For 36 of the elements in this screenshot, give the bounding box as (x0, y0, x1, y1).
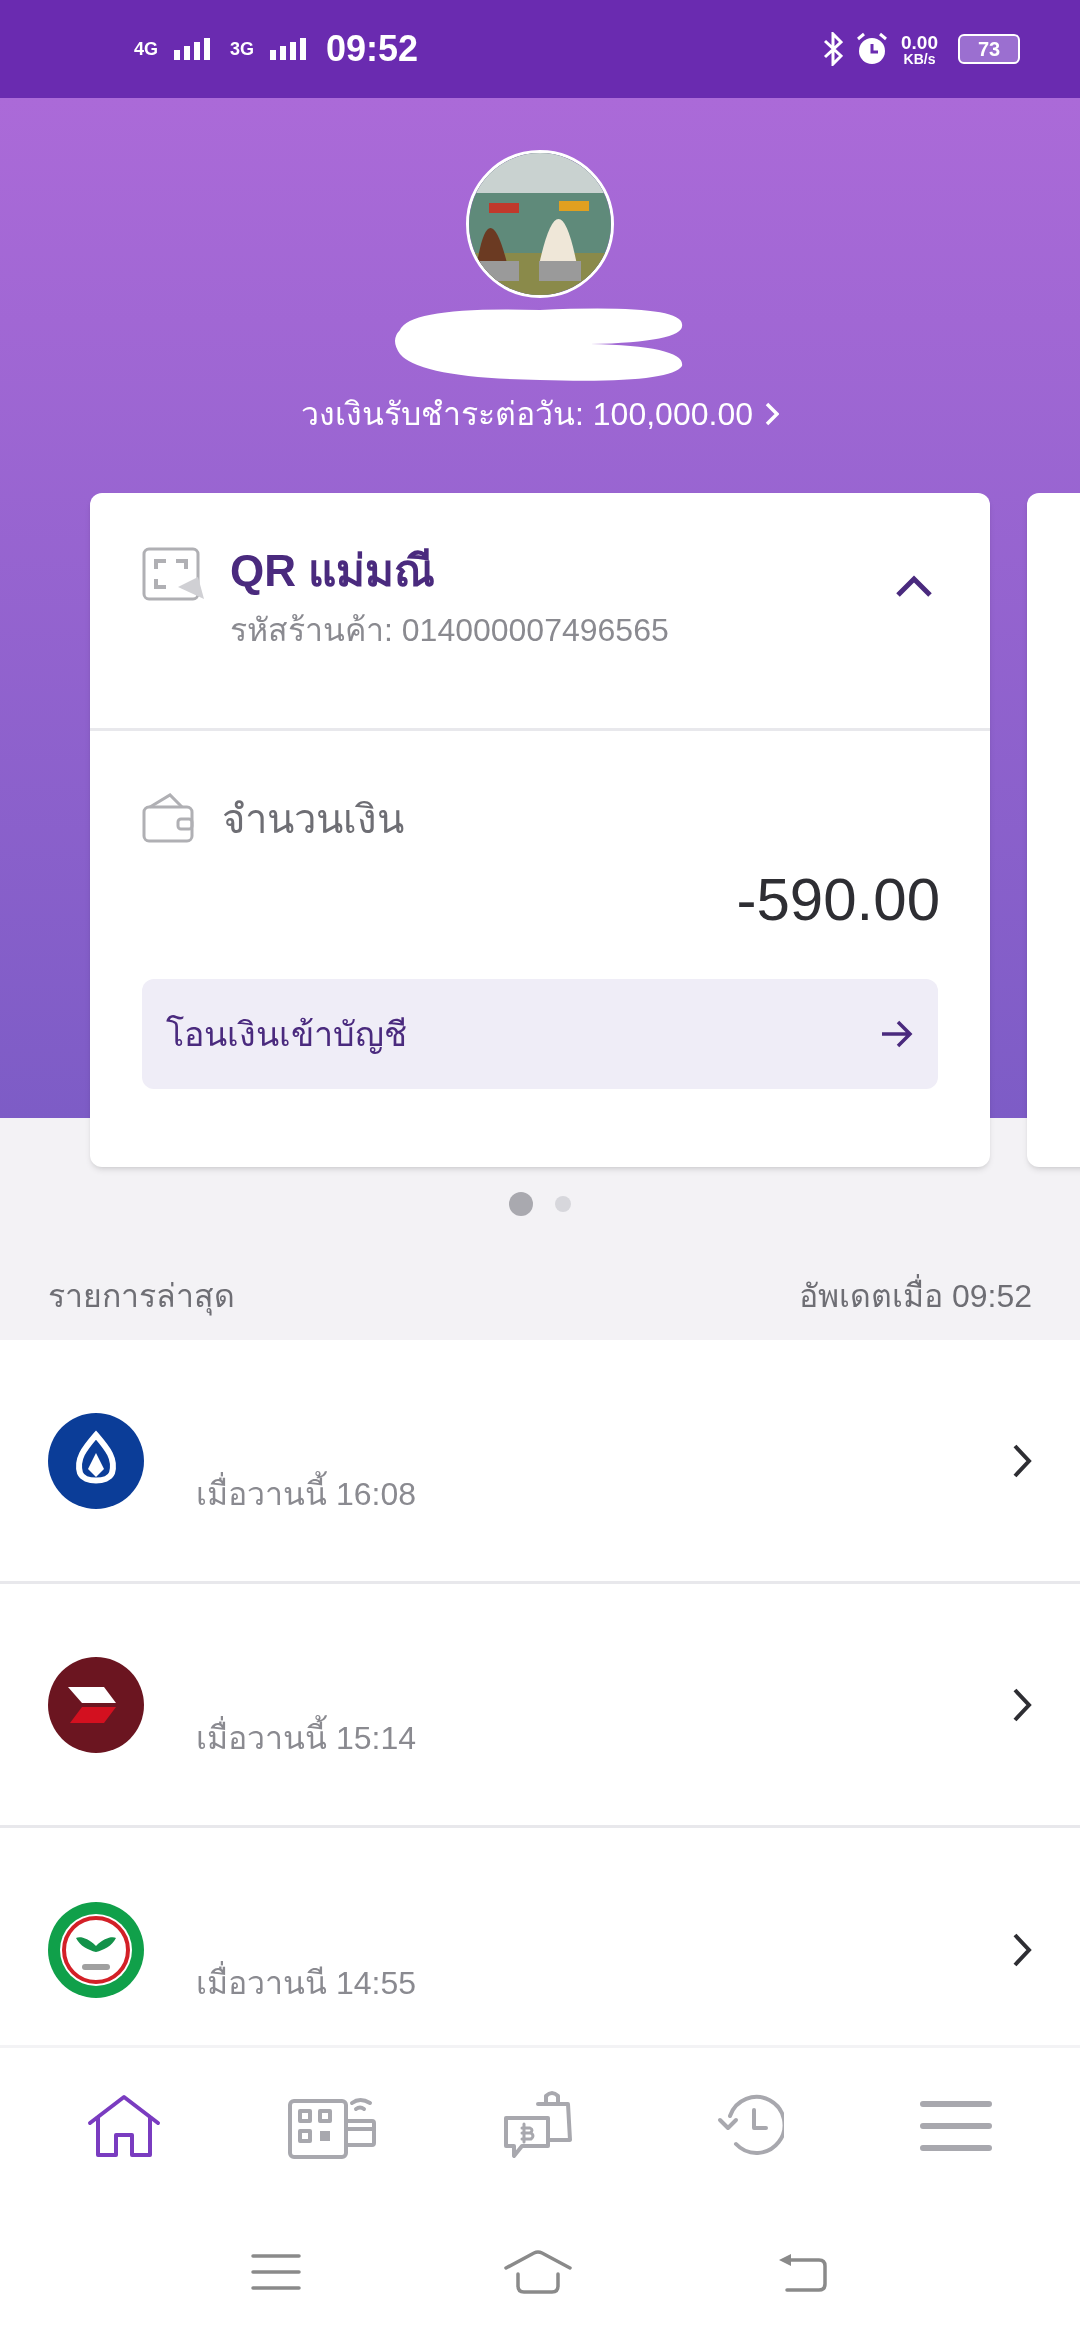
transaction-row[interactable]: เมื่อวานนี้ 16:08 (0, 1340, 1080, 1584)
chevron-right-icon (1012, 1442, 1032, 1479)
merchant-title: QR แม่มณี (230, 545, 437, 597)
network-label: 3G (230, 37, 255, 61)
chevron-up-icon (894, 575, 934, 599)
transfer-button[interactable]: โอนเงินเข้าบัญชี (142, 979, 938, 1089)
daily-limit-link[interactable]: วงเงินรับชำระต่อวัน: 100,000.00 (301, 390, 779, 438)
transaction-time: เมื่อวานนี้ 16:08 (196, 1469, 1012, 1518)
transaction-row[interactable]: เมื่อวานนี้ 15:14 (0, 1584, 1080, 1828)
qr-scan-icon (142, 547, 206, 601)
leaf-logo-icon (48, 1412, 144, 1509)
transaction-time: เมื่อวานนี 14:55 (196, 1959, 1012, 2007)
network-label: 4G (134, 37, 158, 61)
transaction-row[interactable]: เมื่อวานนี 14:55 (0, 1828, 1080, 2045)
shop-id: รหัสร้านค้า: 014000007496565 (230, 611, 670, 650)
sprout-logo-icon (48, 1902, 144, 1998)
bluetooth-icon (823, 32, 843, 66)
amount-value: -590.00 (736, 865, 940, 935)
speed-value: 0.00 (901, 32, 938, 52)
menu-icon[interactable] (250, 2251, 301, 2292)
alarm-icon (855, 32, 889, 66)
transaction-time: เมื่อวานนี้ 15:14 (196, 1713, 1012, 1762)
clock-time: 09:52 (326, 27, 419, 71)
battery-indicator: 73 (958, 34, 1020, 64)
updated-time: อัพเดตเมื่อ 09:52 (799, 1272, 1032, 1320)
arrow-right-icon (880, 1019, 914, 1049)
chevron-logo-icon (48, 1656, 144, 1753)
chevron-right-icon (764, 402, 779, 426)
home-icon (86, 2092, 162, 2159)
speed-unit: KB/s (903, 51, 936, 66)
home-icon[interactable] (502, 2249, 574, 2294)
section-title: รายการล่าสุด (48, 1277, 235, 1318)
amount-label: จำนวนเงิน (222, 796, 404, 843)
chevron-right-icon (1012, 1932, 1032, 1968)
chevron-right-icon (1012, 1686, 1032, 1723)
wallet-icon (142, 793, 194, 845)
